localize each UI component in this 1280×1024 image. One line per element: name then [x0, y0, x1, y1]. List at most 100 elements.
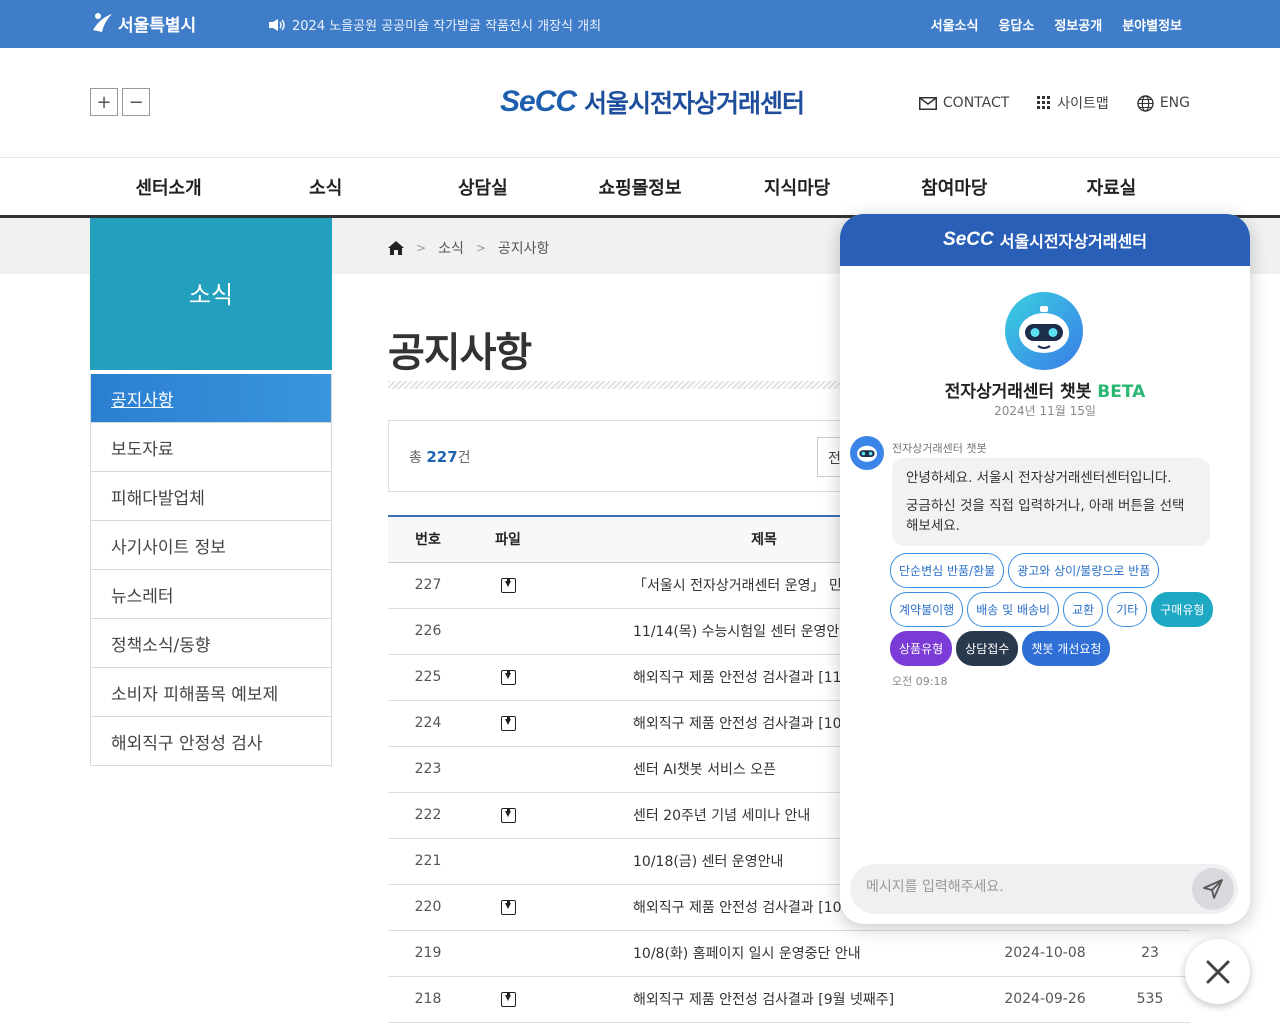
quick-reply-chip[interactable]: 단순변심 반품/환불 — [890, 553, 1005, 588]
side-menu-title: 소식 — [90, 218, 332, 370]
zoom-in-button[interactable]: + — [90, 88, 118, 116]
nav-item-knowledge[interactable]: 지식마당 — [719, 158, 876, 215]
total-count: 총 227건 — [409, 448, 471, 466]
quick-reply-chip[interactable]: 광고와 상이/불량으로 반품 — [1008, 553, 1160, 588]
mail-icon — [918, 96, 937, 110]
quick-reply-chips: 단순변심 반품/환불 광고와 상이/불량으로 반품계약불이행 배송 및 배송비 교환 기… — [890, 553, 1230, 666]
row-date: 2024-09-26 — [980, 976, 1110, 1023]
breadcrumb: > 소식 > 공지사항 — [388, 238, 549, 258]
bot-avatar-icon — [850, 436, 884, 470]
seoul-logo[interactable]: 서울특별시 — [90, 10, 196, 36]
eng-link[interactable]: ENG — [1137, 93, 1190, 113]
close-icon — [1206, 960, 1229, 983]
row-file — [468, 700, 548, 747]
chatbot-panel: SeCC 서울시전자상거래센터 전자상거래센터 챗봇 BETA 2024년 11… — [840, 214, 1250, 924]
contact-label: CONTACT — [942, 95, 1010, 111]
table-row[interactable]: 219 10/8(화) 홈페이지 일시 운영중단 안내 2024-10-08 23 — [388, 930, 1190, 977]
nav-item-news[interactable]: 소식 — [247, 158, 404, 215]
quick-reply-chip[interactable]: 기타 — [1107, 592, 1148, 627]
eng-label: ENG — [1159, 95, 1190, 111]
side-item-fraud-sites[interactable]: 사기사이트 정보 — [91, 520, 331, 569]
beta-badge: BETA — [1097, 382, 1146, 402]
font-zoom: + − — [90, 88, 150, 116]
top-link-info[interactable]: 정보공개 — [1054, 15, 1102, 34]
contact-link[interactable]: CONTACT — [918, 93, 1010, 113]
brand-name: 서울시전자상거래센터 — [584, 89, 805, 118]
quick-reply-chip[interactable]: 배송 및 배송비 — [967, 592, 1060, 627]
seoul-logo-text: 서울특별시 — [118, 15, 197, 36]
total-count-value: 227 — [426, 448, 458, 466]
top-link-response[interactable]: 응답소 — [998, 15, 1034, 34]
row-date: 2024-10-08 — [980, 930, 1110, 977]
nav-item-about[interactable]: 센터소개 — [90, 158, 247, 215]
row-file — [468, 884, 548, 931]
row-file — [468, 608, 548, 655]
chatbot-close-button[interactable] — [1185, 939, 1250, 1004]
sitemap-label: 사이트맵 — [1057, 96, 1109, 112]
page-title: 공지사항 — [388, 330, 532, 376]
breadcrumb-level1[interactable]: 소식 — [438, 238, 464, 258]
robot-icon — [1005, 292, 1083, 370]
chatbot-date: 2024년 11월 15일 — [994, 404, 1096, 418]
download-icon[interactable] — [500, 807, 516, 823]
row-number: 222 — [388, 792, 468, 839]
nav-item-consult[interactable]: 상담실 — [404, 158, 561, 215]
grid-icon — [1037, 96, 1051, 109]
top-link-news[interactable]: 서울소식 — [931, 15, 979, 34]
side-item-press[interactable]: 보도자료 — [91, 422, 331, 471]
nav-item-mall-info[interactable]: 쇼핑몰정보 — [561, 158, 718, 215]
breadcrumb-separator: > — [475, 241, 486, 255]
row-file — [468, 838, 548, 885]
download-icon[interactable] — [500, 991, 516, 1007]
side-item-damage-forecast[interactable]: 소비자 피해품목 예보제 — [91, 667, 331, 716]
quick-reply-chip[interactable]: 교환 — [1063, 592, 1104, 627]
quick-reply-chip[interactable]: 구매유형 — [1151, 592, 1214, 627]
quick-reply-chip[interactable]: 상담접수 — [956, 631, 1019, 666]
brand-mark: SeCC — [500, 85, 577, 118]
row-title[interactable]: 10/8(화) 홈페이지 일시 운영중단 안내 — [548, 930, 980, 977]
top-links: 서울소식 응답소 정보공개 분야별정보 — [931, 15, 1182, 34]
row-file — [468, 792, 548, 839]
download-icon[interactable] — [500, 669, 516, 685]
side-item-direct-purchase-safety[interactable]: 해외직구 안정성 검사 — [91, 716, 331, 765]
download-icon[interactable] — [500, 577, 516, 593]
brand-logo[interactable]: SeCC 서울시전자상거래센터 — [500, 84, 805, 120]
nav-item-participation[interactable]: 참여마당 — [876, 158, 1033, 215]
title-underline — [388, 381, 848, 389]
side-item-policy-news[interactable]: 정책소식/동향 — [91, 618, 331, 667]
quick-reply-chip[interactable]: 계약불이행 — [890, 592, 964, 627]
top-link-field[interactable]: 분야별정보 — [1122, 15, 1182, 34]
nav-item-library[interactable]: 자료실 — [1033, 158, 1190, 215]
side-item-notice[interactable]: 공지사항 — [91, 374, 331, 422]
table-row[interactable]: 218 해외직구 제품 안전성 검사결과 [9월 넷째주] 2024-09-26 53… — [388, 976, 1190, 1023]
utility-links: CONTACT 사이트맵 ENG — [918, 93, 1190, 113]
notice-ticker[interactable]: 2024 노을공원 공공미술 작가발굴 작품전시 개장식 개최 — [268, 15, 601, 34]
greeting-text: 안녕하세요. 서울시 전자상거래센터센터입니다. — [906, 470, 1172, 486]
row-title[interactable]: 해외직구 제품 안전성 검사결과 [9월 넷째주] — [548, 976, 980, 1023]
row-file — [468, 930, 548, 977]
zoom-out-button[interactable]: − — [122, 88, 150, 116]
row-number: 224 — [388, 700, 468, 747]
globe-icon — [1137, 94, 1154, 112]
quick-reply-chip[interactable]: 챗봇 개선요청 — [1022, 631, 1111, 666]
side-item-newsletter[interactable]: 뉴스레터 — [91, 569, 331, 618]
col-header-file: 파일 — [468, 515, 548, 563]
quick-reply-chip[interactable]: 상품유형 — [890, 631, 953, 666]
seoul-logo-icon — [93, 13, 112, 32]
row-number: 225 — [388, 654, 468, 701]
send-button[interactable] — [1192, 868, 1234, 910]
download-icon[interactable] — [500, 715, 516, 731]
sitemap-link[interactable]: 사이트맵 — [1037, 93, 1109, 113]
row-number: 221 — [388, 838, 468, 885]
breadcrumb-separator: > — [416, 241, 427, 255]
chat-message-input[interactable] — [866, 879, 1186, 895]
guide-text: 궁금하신 것을 직접 입력하거나, 아래 버튼을 선택해보세요. — [906, 498, 1185, 534]
row-number: 218 — [388, 976, 468, 1023]
chat-input-bar — [850, 864, 1238, 914]
home-icon[interactable] — [388, 241, 404, 255]
chatbot-brand-name: 서울시전자상거래센터 — [999, 232, 1147, 251]
breadcrumb-level2[interactable]: 공지사항 — [498, 238, 550, 258]
side-item-frequent-complaints[interactable]: 피해다발업체 — [91, 471, 331, 520]
row-number: 227 — [388, 562, 468, 609]
download-icon[interactable] — [500, 899, 516, 915]
